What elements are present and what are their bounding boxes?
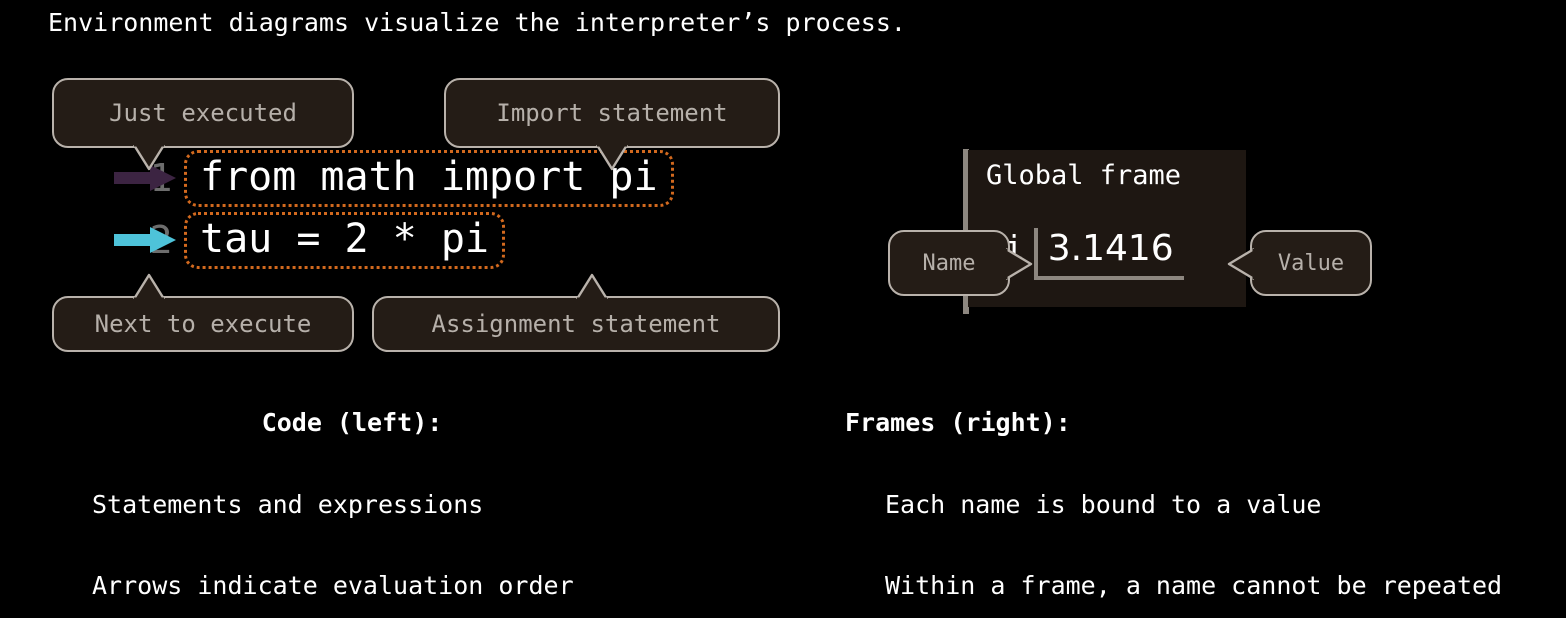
arrow-cell <box>52 227 176 253</box>
callout-tail-icon <box>132 273 166 301</box>
callout-tail-icon <box>1004 247 1033 281</box>
callout-just-executed[interactable]: Just executed <box>52 78 354 171</box>
callout-label: Name <box>922 250 976 276</box>
callout-name[interactable]: Name <box>888 230 1033 296</box>
callout-assignment-statement[interactable]: Assignment statement <box>372 273 780 352</box>
right-column-line: Each name is bound to a value <box>885 490 1322 519</box>
code-row: 2 tau = 2 * pi <box>52 211 505 269</box>
right-column-line: Within a frame, a name cannot be repeate… <box>885 571 1503 600</box>
frame-title: Global frame <box>986 160 1182 191</box>
callout-tail-icon <box>595 143 629 171</box>
callout-label: Import statement <box>496 99 728 127</box>
callout-label: Next to execute <box>94 310 312 338</box>
left-column-heading: Code (left): <box>261 408 443 437</box>
arrow-shaft <box>114 172 154 184</box>
binding-value-cell: 3.1416 <box>1033 228 1184 280</box>
left-column-line: Statements and expressions <box>92 490 484 519</box>
binding-value: 3.1416 <box>1047 228 1174 269</box>
page-title: Environment diagrams visualize the inter… <box>48 8 906 37</box>
callout-next-to-execute[interactable]: Next to execute <box>52 273 354 352</box>
callout-import-statement[interactable]: Import statement <box>444 78 780 171</box>
right-column-heading: Frames (right): <box>845 408 1071 437</box>
left-column-line: Arrows indicate evaluation order <box>92 571 574 600</box>
code-line-2[interactable]: tau = 2 * pi <box>184 211 505 269</box>
left-column: Code (left): Statements and expressions … <box>52 408 752 600</box>
code-panel: 1 from math import pi 2 tau = 2 * pi <box>52 149 792 290</box>
callout-tail-icon <box>1227 247 1256 281</box>
callout-value[interactable]: Value <box>1227 230 1372 296</box>
arrow-shaft <box>114 234 154 246</box>
arrow-head <box>150 227 176 253</box>
arrow-cell <box>52 165 176 191</box>
callout-label: Value <box>1277 250 1345 276</box>
next-to-execute-arrow-icon <box>114 227 176 253</box>
callout-tail-icon <box>132 143 166 171</box>
callout-label: Just executed <box>109 99 297 127</box>
callout-tail-icon <box>575 273 609 301</box>
right-column: Frames (right): Each name is bound to a … <box>845 408 1545 600</box>
callout-label: Assignment statement <box>431 310 721 338</box>
